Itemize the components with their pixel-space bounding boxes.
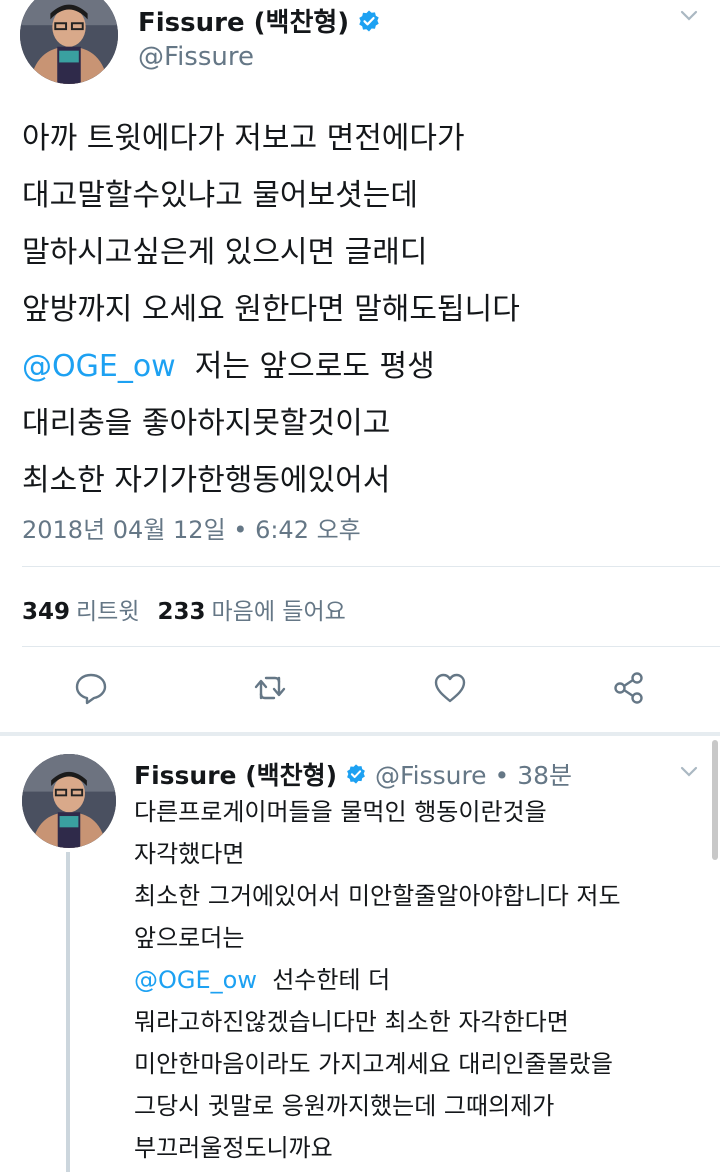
- like-stat[interactable]: 233 마음에 들어요: [158, 599, 346, 625]
- chevron-down-icon[interactable]: [680, 766, 698, 778]
- engagement-stats: 349 리트윗 233 마음에 들어요: [22, 592, 346, 626]
- divider: [22, 566, 720, 567]
- text-line: 뭐라고하진않겠습니다만 최소한 자각한다면: [134, 1008, 569, 1036]
- text-line: 자각했다면: [134, 840, 245, 868]
- text-after-mention: 저는 앞으로도 평생: [175, 349, 435, 384]
- like-button[interactable]: [432, 670, 468, 706]
- handle[interactable]: @Fissure: [138, 42, 254, 72]
- avatar-image-icon: [22, 754, 116, 848]
- scrollbar[interactable]: [712, 740, 718, 860]
- handle-and-time[interactable]: @Fissure • 38분: [375, 756, 572, 792]
- reply-icon: [75, 673, 107, 705]
- like-icon: [434, 673, 466, 703]
- reply-text: 다른프로게이머들을 물먹인 행동이란것을자각했다면최소한 그거에있어서 미안할줄…: [134, 791, 704, 1169]
- reply-button[interactable]: [73, 670, 109, 706]
- reply-header[interactable]: Fissure (백찬형) @Fissure • 38분: [134, 756, 572, 792]
- retweet-label: 리트윗: [76, 599, 140, 625]
- author-name-row[interactable]: Fissure (백찬형): [138, 2, 381, 39]
- tweet-actions: [0, 664, 720, 712]
- display-name[interactable]: Fissure (백찬형): [134, 756, 337, 792]
- text-line: 그당시 귓말로 응원까지했는데 그때의제가: [134, 1092, 555, 1120]
- like-count: 233: [157, 599, 206, 625]
- text-line-with-mention: @OGE_ow 저는 앞으로도 평생: [22, 338, 712, 395]
- main-tweet: Fissure (백찬형) @Fissure 아까 트윗에다가 저보고 면전에다…: [0, 0, 720, 732]
- text-line: 말하시고싶은게 있으시면 글래디: [22, 235, 428, 270]
- text-line: 최소한 자기가한행동에있어서: [22, 463, 391, 498]
- text-line: 앞방까지 오세요 원한다면 말해도됩니다: [22, 292, 520, 327]
- text-line: 다른프로게이머들을 물먹인 행동이란것을: [134, 798, 547, 826]
- text-line-with-mention: @OGE_ow 선수한테 더: [134, 959, 704, 1001]
- share-button[interactable]: [611, 670, 647, 706]
- verified-badge-icon: [357, 9, 381, 33]
- display-name[interactable]: Fissure (백찬형): [138, 2, 349, 39]
- share-icon: [614, 672, 643, 704]
- text-line: 대리충을 좋아하지못할것이고: [22, 406, 391, 441]
- avatar[interactable]: [20, 0, 118, 84]
- text-line: 부끄러울정도니까요: [134, 1134, 333, 1162]
- retweet-icon: [254, 676, 286, 700]
- reply-tweet[interactable]: Fissure (백찬형) @Fissure • 38분 다른프로게이머들을 물…: [0, 736, 720, 1172]
- tweet-text: 아까 트윗에다가 저보고 면전에다가대고말할수있냐고 물어보셧는데말하시고싶은게…: [22, 110, 712, 509]
- thread-line: [66, 852, 70, 1172]
- timestamp[interactable]: 2018년 04월 12일 • 6:42 오후: [22, 510, 361, 545]
- text-line: 대고말할수있냐고 물어보셧는데: [22, 178, 418, 213]
- avatar[interactable]: [22, 754, 116, 848]
- mention-link[interactable]: @OGE_ow: [22, 349, 176, 384]
- divider: [22, 646, 720, 647]
- avatar-image-icon: [20, 0, 118, 84]
- retweet-count: 349: [22, 599, 71, 625]
- text-after-mention: 선수한테 더: [256, 966, 391, 994]
- text-line: 아까 트윗에다가 저보고 면전에다가: [22, 121, 465, 156]
- text-line: 최소한 그거에있어서 미안할줄알아야합니다 저도: [134, 882, 621, 910]
- text-line: 미안한마음이라도 가지고계세요 대리인줄몰랐을: [134, 1050, 613, 1078]
- retweet-stat[interactable]: 349 리트윗: [22, 599, 140, 625]
- retweet-button[interactable]: [252, 670, 288, 706]
- verified-badge-icon: [345, 763, 367, 785]
- chevron-down-icon[interactable]: [680, 10, 698, 22]
- text-line: 앞으로더는: [134, 924, 245, 952]
- mention-link[interactable]: @OGE_ow: [134, 966, 257, 994]
- like-label: 마음에 들어요: [211, 599, 346, 625]
